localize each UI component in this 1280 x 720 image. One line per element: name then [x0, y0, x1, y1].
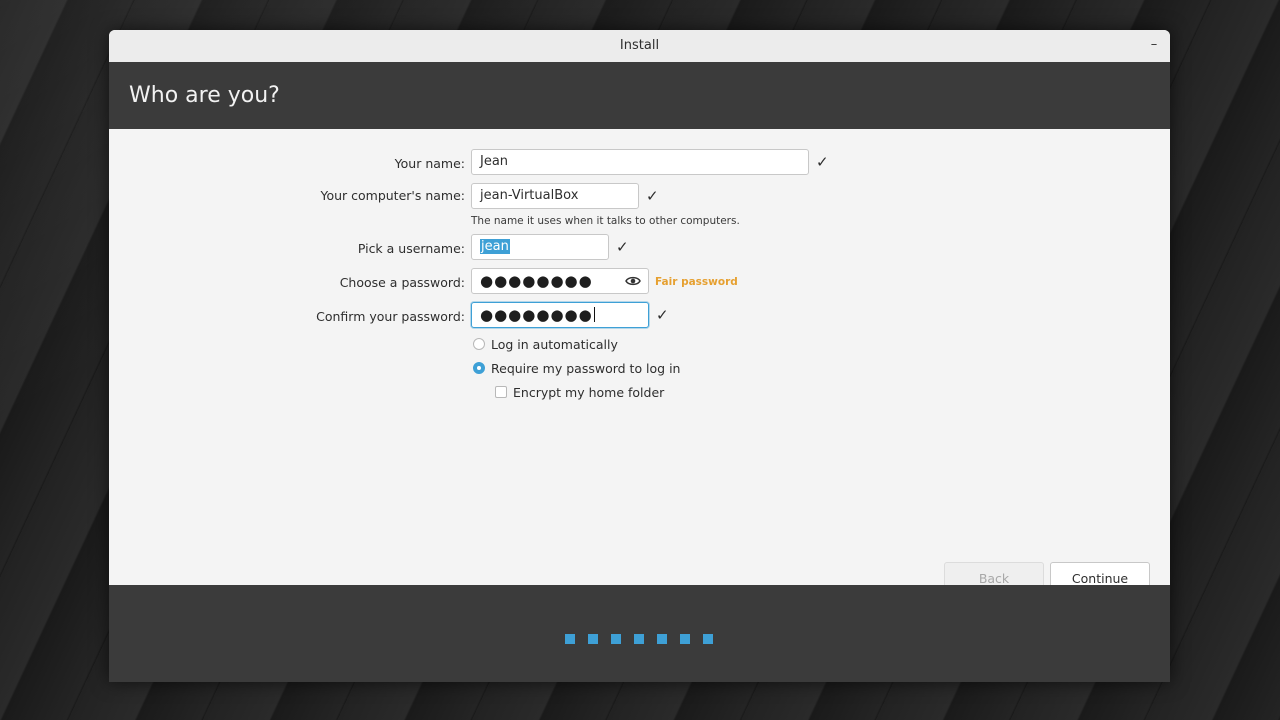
text-caret	[593, 307, 595, 322]
step-progress-indicator	[565, 629, 726, 644]
user-setup-form: Your name: Jean ✓ Your computer's name: …	[109, 129, 1170, 665]
minimize-button[interactable]: –	[1144, 36, 1164, 56]
password-input-value: ●●●●●●●●	[480, 272, 593, 290]
progress-step	[634, 634, 644, 644]
auto-login-label: Log in automatically	[491, 337, 618, 352]
page-title: Who are you?	[129, 83, 280, 108]
auto-login-radio[interactable]	[473, 338, 485, 350]
progress-step	[657, 634, 667, 644]
username-input[interactable]: jean	[471, 234, 609, 260]
computer-name-hint: The name it uses when it talks to other …	[471, 215, 740, 227]
progress-step	[588, 634, 598, 644]
show-password-eye-icon[interactable]	[625, 274, 641, 288]
computer-name-valid-check-icon: ✓	[646, 187, 659, 205]
confirm-password-input-value: ●●●●●●●●	[480, 306, 593, 324]
password-input[interactable]: ●●●●●●●●	[471, 268, 649, 294]
installer-footer	[109, 585, 1170, 682]
name-input-value: Jean	[480, 154, 509, 169]
username-valid-check-icon: ✓	[616, 238, 629, 256]
progress-step	[680, 634, 690, 644]
name-input[interactable]: Jean	[471, 149, 809, 175]
progress-step	[565, 634, 575, 644]
window-title: Install	[619, 38, 660, 53]
name-label: Your name:	[394, 156, 465, 171]
installer-window: Install – Who are you? Your name: Jean ✓…	[109, 30, 1170, 682]
password-label: Choose a password:	[339, 275, 465, 290]
computer-name-input[interactable]: jean-VirtualBox	[471, 183, 639, 209]
confirm-password-valid-check-icon: ✓	[656, 306, 669, 324]
progress-step	[611, 634, 621, 644]
confirm-password-label: Confirm your password:	[316, 309, 465, 324]
encrypt-home-label: Encrypt my home folder	[513, 385, 665, 400]
confirm-password-input[interactable]: ●●●●●●●●	[471, 302, 649, 328]
require-password-radio[interactable]	[473, 362, 485, 374]
password-strength-label: Fair password	[655, 276, 738, 288]
username-input-value: jean	[480, 239, 510, 254]
title-bar[interactable]: Install –	[109, 30, 1170, 63]
name-valid-check-icon: ✓	[816, 153, 829, 171]
computer-name-input-value: jean-VirtualBox	[480, 188, 579, 203]
require-password-label: Require my password to log in	[491, 361, 681, 376]
progress-step	[703, 634, 713, 644]
encrypt-home-checkbox[interactable]	[495, 386, 507, 398]
computer-name-label: Your computer's name:	[320, 188, 465, 203]
username-label: Pick a username:	[357, 241, 465, 256]
page-header: Who are you?	[109, 62, 1170, 129]
